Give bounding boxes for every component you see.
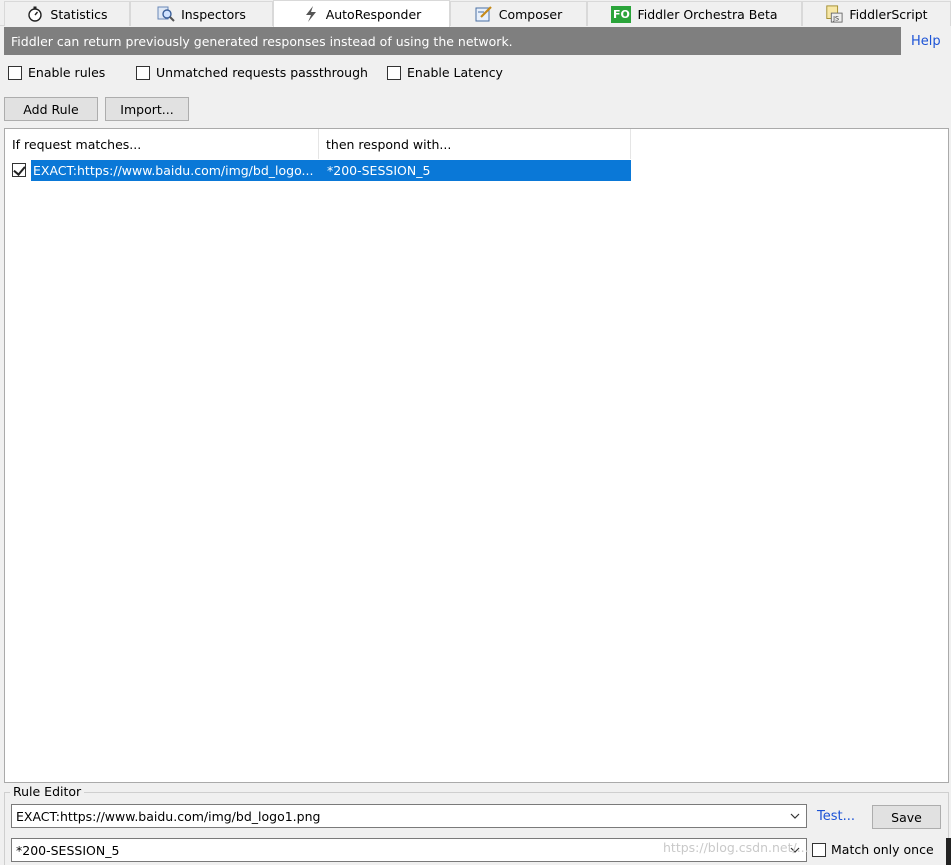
magnifier-icon xyxy=(157,5,175,23)
tab-label: AutoResponder xyxy=(325,6,422,22)
test-link[interactable]: Test... xyxy=(817,809,855,824)
checkbox-label: Match only once xyxy=(831,842,934,857)
tab-autoresponder[interactable]: AutoResponder xyxy=(273,0,450,27)
tab-fiddler-orchestra[interactable]: FO Fiddler Orchestra Beta xyxy=(587,1,802,26)
checkbox-box[interactable] xyxy=(8,65,22,80)
unmatched-passthrough-checkbox[interactable]: Unmatched requests passthrough xyxy=(136,65,368,80)
script-icon: JS xyxy=(825,5,843,23)
lightning-icon xyxy=(302,5,320,23)
checkbox-label: Enable rules xyxy=(28,65,106,80)
checkbox-box[interactable] xyxy=(136,65,150,80)
add-rule-button[interactable]: Add Rule xyxy=(4,97,98,121)
rule-match-cell: EXACT:https://www.baidu.com/img/bd_logo.… xyxy=(33,163,314,178)
enable-rules-checkbox[interactable]: Enable rules xyxy=(8,65,105,80)
composer-icon xyxy=(475,5,493,23)
tab-label: Fiddler Orchestra Beta xyxy=(637,6,778,22)
tab-inspectors[interactable]: Inspectors xyxy=(130,1,273,26)
rule-editor-legend: Rule Editor xyxy=(10,784,85,799)
checkbox-box[interactable] xyxy=(812,842,826,857)
info-banner: Fiddler can return previously generated … xyxy=(4,27,901,55)
column-header-respond[interactable]: then respond with... xyxy=(319,129,631,159)
chevron-down-icon[interactable] xyxy=(784,805,806,827)
save-button[interactable]: Save xyxy=(872,805,941,829)
watermark: https://blog.csdn.net/... xyxy=(663,840,809,855)
rules-list[interactable]: If request matches... then respond with.… xyxy=(4,128,949,783)
tab-composer[interactable]: Composer xyxy=(450,1,587,26)
checkbox-label: Unmatched requests passthrough xyxy=(156,65,368,80)
checkbox-box[interactable] xyxy=(387,65,401,80)
svg-text:JS: JS xyxy=(833,15,840,22)
tab-fiddlerscript[interactable]: JS FiddlerScript xyxy=(802,1,951,26)
tab-label: Inspectors xyxy=(181,6,246,22)
rule-row[interactable]: EXACT:https://www.baidu.com/img/bd_logo.… xyxy=(9,160,631,181)
respond-value: *200-SESSION_5 xyxy=(16,842,120,858)
tab-label: Composer xyxy=(498,6,563,22)
window-edge xyxy=(946,838,951,865)
help-link[interactable]: Help xyxy=(911,34,941,49)
tab-label: FiddlerScript xyxy=(849,6,928,22)
fo-icon: FO xyxy=(611,5,632,23)
match-value: EXACT:https://www.baidu.com/img/bd_logo1… xyxy=(16,808,321,824)
import-button[interactable]: Import... xyxy=(105,97,189,121)
rule-enabled-checkbox[interactable] xyxy=(12,163,26,177)
tab-strip: Statistics Inspectors AutoResponder Comp… xyxy=(0,0,951,27)
checkbox-label: Enable Latency xyxy=(407,65,503,80)
match-only-once-checkbox[interactable]: Match only once xyxy=(812,842,934,857)
tab-statistics[interactable]: Statistics xyxy=(4,1,130,26)
match-combobox[interactable]: EXACT:https://www.baidu.com/img/bd_logo1… xyxy=(11,804,807,828)
rule-respond-cell: *200-SESSION_5 xyxy=(327,163,431,178)
tab-label: Statistics xyxy=(50,6,108,22)
stopwatch-icon xyxy=(26,5,44,23)
enable-latency-checkbox[interactable]: Enable Latency xyxy=(387,65,503,80)
column-header-match[interactable]: If request matches... xyxy=(5,129,319,159)
